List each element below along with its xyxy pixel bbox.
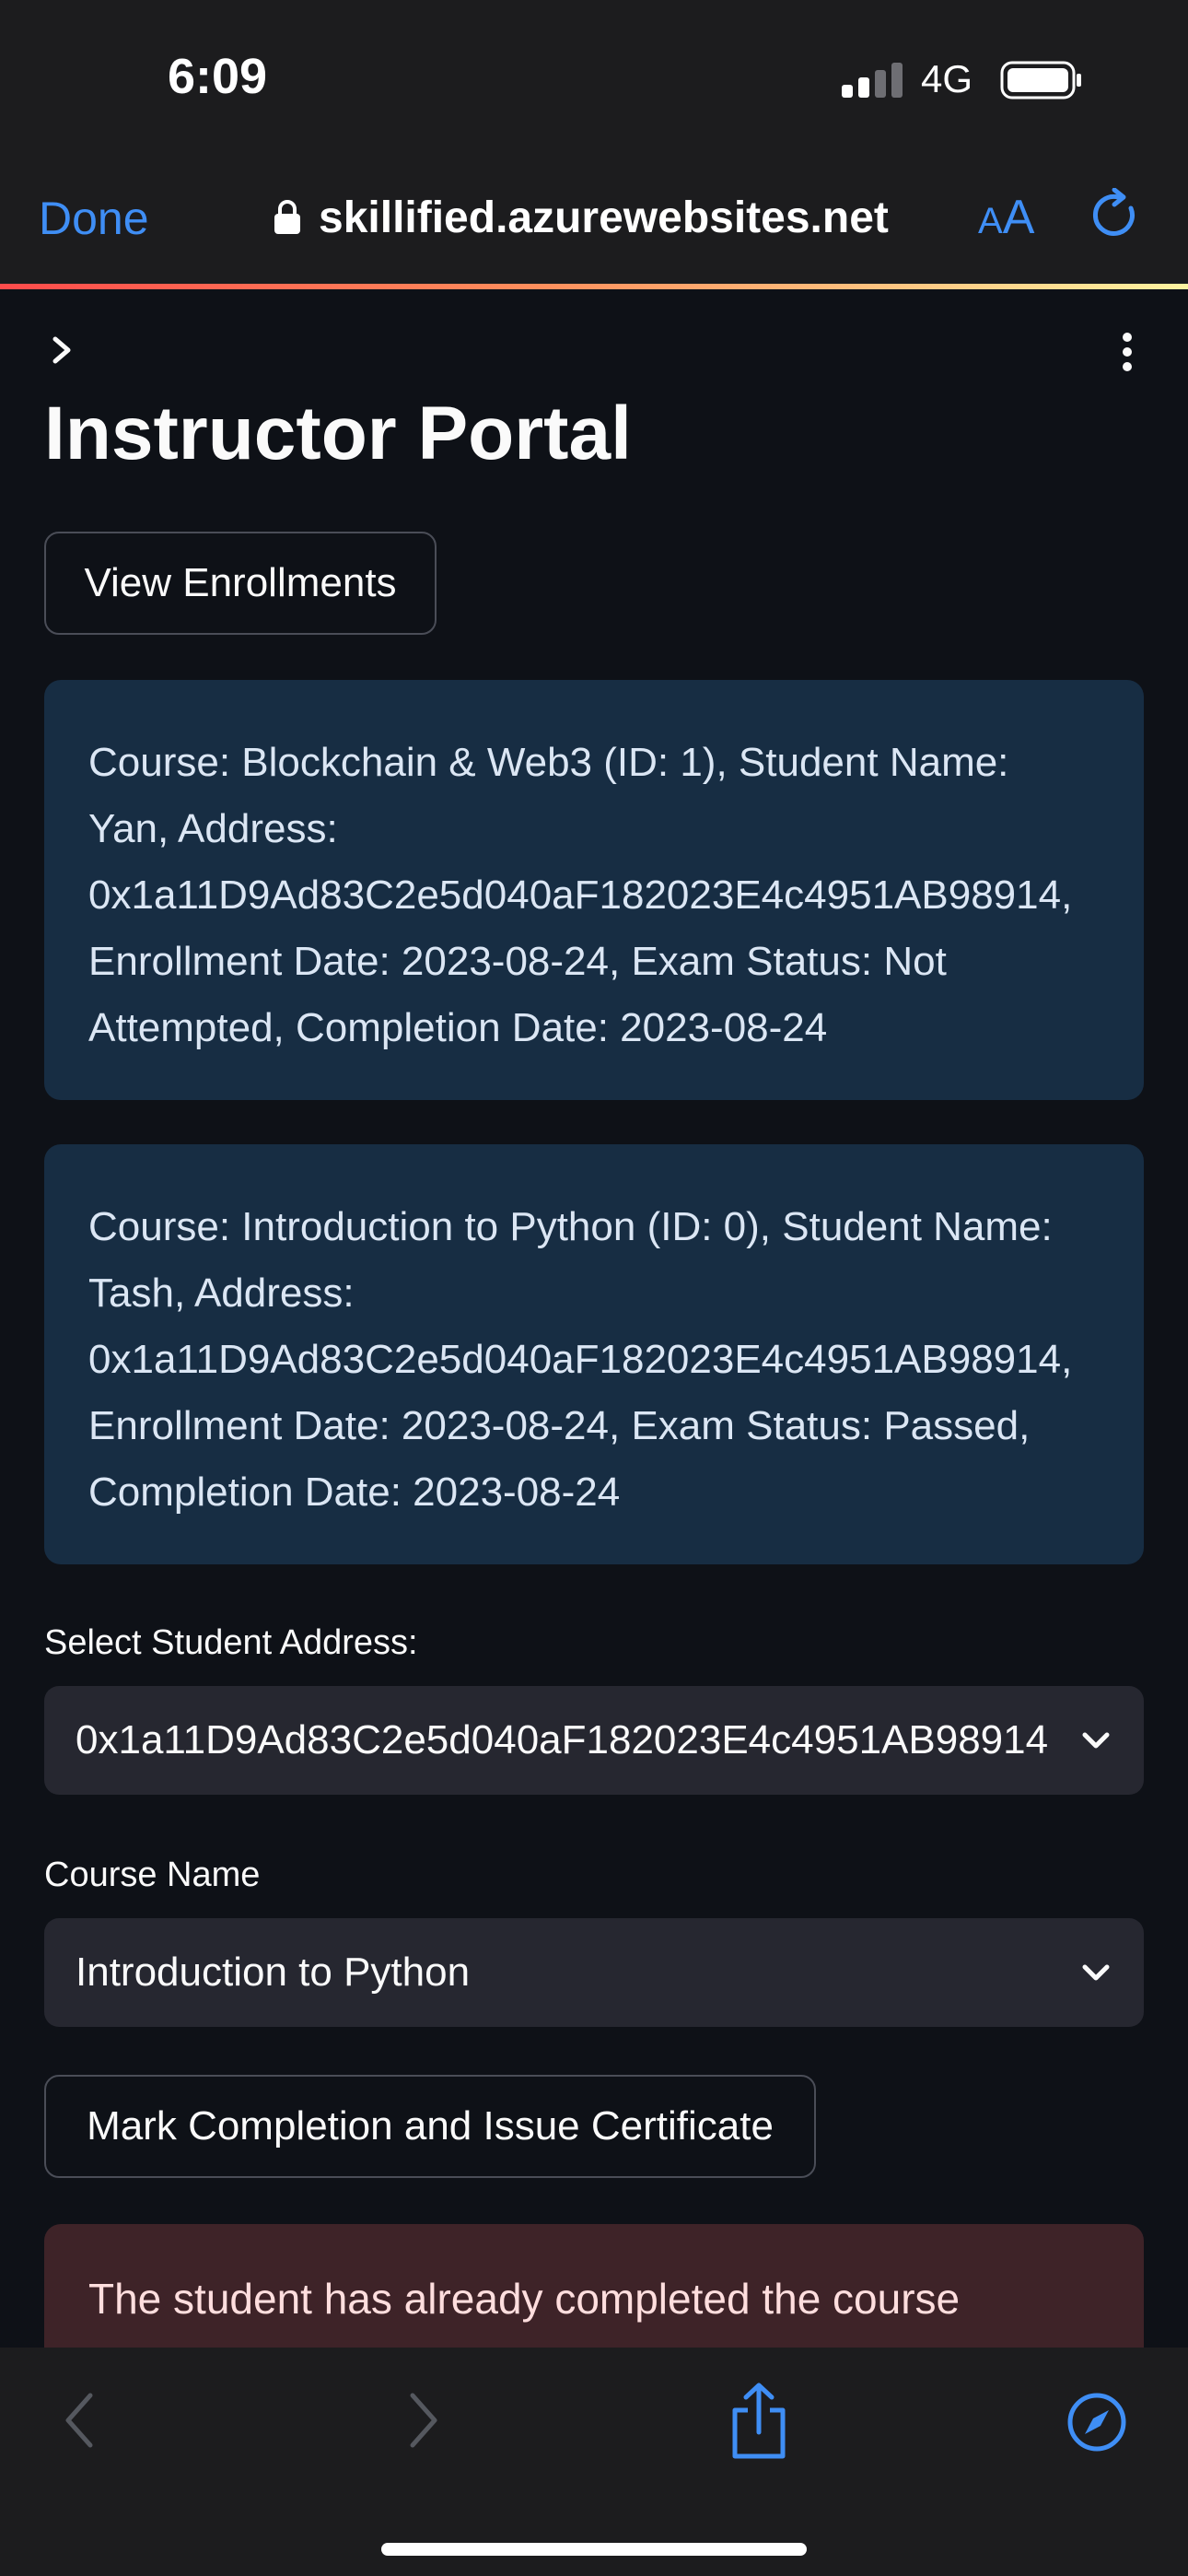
more-menu-icon[interactable] [1116, 330, 1138, 374]
share-icon[interactable] [729, 2383, 788, 2460]
enrollment-info-card: Course: Introduction to Python (ID: 0), … [44, 1144, 1144, 1564]
page-title: Instructor Portal [44, 392, 632, 475]
mark-completion-button[interactable]: Mark Completion and Issue Certificate [44, 2075, 816, 2178]
student-address-value: 0x1a11D9Ad83C2e5d040aF182023E4c4951AB989… [76, 1717, 1049, 1762]
student-address-select[interactable]: 0x1a11D9Ad83C2e5d040aF182023E4c4951AB989… [44, 1686, 1144, 1795]
done-button[interactable]: Done [39, 192, 149, 245]
page-load-progress [0, 284, 1188, 289]
text-size-small-glyph: A [978, 201, 1003, 241]
browser-bottom-toolbar [0, 2348, 1188, 2576]
enrollment-info-card: Course: Blockchain & Web3 (ID: 1), Stude… [44, 680, 1144, 1100]
cellular-signal-icon [842, 63, 903, 98]
text-size-button[interactable]: AA [978, 190, 1034, 245]
network-type: 4G [921, 57, 973, 100]
address-bar[interactable]: skillified.azurewebsites.net [273, 188, 889, 247]
chevron-down-icon [1082, 1964, 1110, 1981]
reload-icon[interactable] [1089, 188, 1144, 243]
chevron-down-icon [1082, 1732, 1110, 1749]
text-size-large-glyph: A [1002, 191, 1035, 244]
course-name-value: Introduction to Python [76, 1950, 471, 1995]
course-name-label: Course Name [44, 1856, 261, 1894]
forward-icon[interactable] [405, 2390, 442, 2451]
sidebar-expand-chevron-icon[interactable] [48, 334, 76, 367]
view-enrollments-button[interactable]: View Enrollments [44, 532, 437, 635]
url-text: skillified.azurewebsites.net [319, 193, 889, 242]
home-indicator [381, 2543, 807, 2556]
back-icon[interactable] [61, 2390, 98, 2451]
course-name-select[interactable]: Introduction to Python [44, 1918, 1144, 2027]
status-time: 6:09 [168, 49, 268, 104]
compass-icon[interactable] [1066, 2392, 1127, 2453]
lock-icon [274, 200, 300, 234]
battery-icon [1000, 61, 1081, 100]
student-address-label: Select Student Address: [44, 1623, 418, 1662]
